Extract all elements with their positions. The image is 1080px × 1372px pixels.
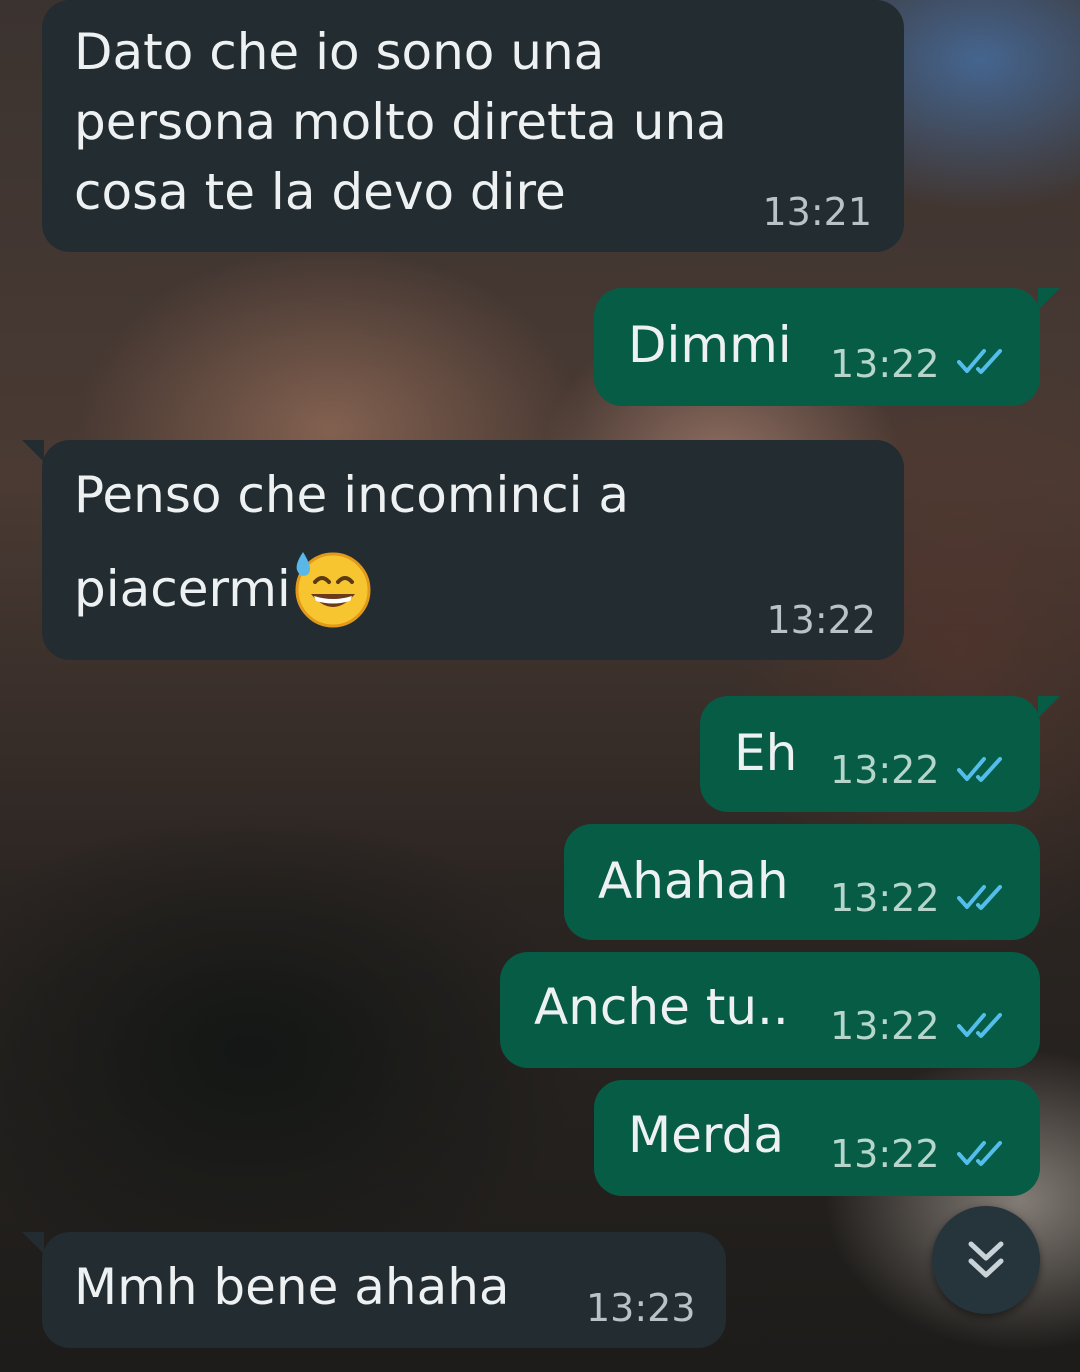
message-text: Dato che io sono una xyxy=(74,23,605,81)
bubble-tail xyxy=(1038,288,1060,310)
message-time: 13:23 xyxy=(586,1286,696,1330)
double-check-icon xyxy=(957,1013,1002,1038)
double-check-icon xyxy=(957,757,1002,782)
message-outgoing[interactable]: Eh 13:22 xyxy=(700,696,1060,812)
message-time: 13:22 xyxy=(830,1004,940,1048)
double-check-icon xyxy=(957,885,1002,910)
message-time: 13:22 xyxy=(766,598,876,642)
message-outgoing[interactable]: Merda 13:22 xyxy=(594,1080,1040,1196)
message-time: 13:21 xyxy=(762,190,872,234)
double-check-icon xyxy=(957,349,1002,374)
message-text: Eh xyxy=(734,724,798,782)
message-text: piacermi xyxy=(74,560,291,618)
message-incoming[interactable]: Penso che incominci a piacermi 13:22 xyxy=(22,440,904,660)
message-text: Dimmi xyxy=(628,316,792,374)
chevron-double-down-icon xyxy=(968,1241,1004,1278)
message-outgoing[interactable]: Dimmi 13:22 xyxy=(594,288,1060,406)
message-time: 13:22 xyxy=(830,876,940,920)
bubble-tail xyxy=(1038,696,1060,718)
message-time: 13:22 xyxy=(830,342,940,386)
message-outgoing[interactable]: Anche tu.. 13:22 xyxy=(500,952,1040,1068)
message-text: Penso che incominci a xyxy=(74,466,630,524)
bubble-tail xyxy=(22,440,44,462)
scroll-to-bottom-button[interactable] xyxy=(932,1206,1040,1314)
message-text: Ahahah xyxy=(598,852,789,910)
message-outgoing[interactable]: Ahahah 13:22 xyxy=(564,824,1040,940)
double-check-icon xyxy=(957,1141,1002,1166)
message-time: 13:22 xyxy=(830,1132,940,1176)
message-text: cosa te la devo dire xyxy=(74,163,566,221)
message-text: Merda xyxy=(628,1106,784,1164)
message-text: Anche tu.. xyxy=(534,978,789,1036)
message-text: Mmh bene ahaha xyxy=(74,1258,510,1316)
message-text: persona molto diretta una xyxy=(74,93,727,151)
message-text-line: piacermi xyxy=(74,548,373,628)
grinning-face-with-sweat-icon xyxy=(291,548,373,628)
message-incoming[interactable]: Dato che io sono una persona molto diret… xyxy=(42,0,904,252)
message-incoming[interactable]: Mmh bene ahaha 13:23 xyxy=(22,1232,726,1348)
message-time: 13:22 xyxy=(830,748,940,792)
bubble-tail xyxy=(22,1232,44,1254)
